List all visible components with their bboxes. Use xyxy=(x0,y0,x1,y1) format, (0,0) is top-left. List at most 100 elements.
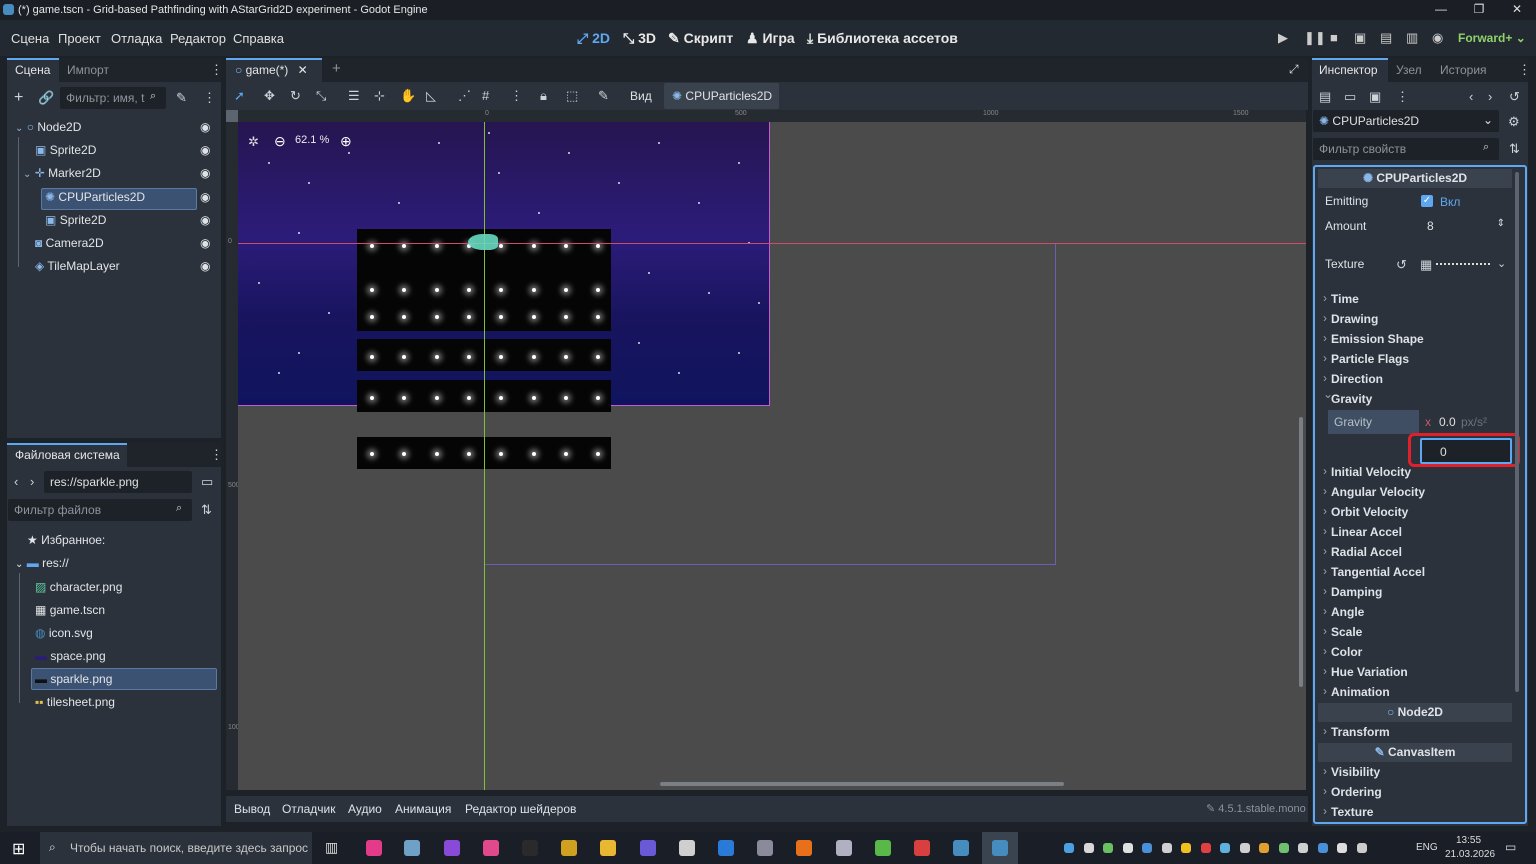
taskbar-app-icon[interactable] xyxy=(836,840,852,856)
texture-dropdown-icon[interactable]: ⌄ xyxy=(1497,257,1506,270)
tree-node-tilemaplayer[interactable]: ◈ TileMapLayer xyxy=(35,255,120,277)
move-tool-icon[interactable]: ✥ xyxy=(264,88,275,104)
tab-animation[interactable]: Анимация xyxy=(395,802,451,816)
menu-editor[interactable]: Редактор xyxy=(170,31,226,46)
ruler-tool-icon[interactable]: ◺ xyxy=(426,88,436,104)
attach-script-icon[interactable]: ✎ xyxy=(176,90,187,106)
section-hue-variation[interactable]: Hue Variation xyxy=(1323,664,1408,679)
link-icon[interactable]: 🔗 xyxy=(38,90,54,106)
tab-node[interactable]: Узел xyxy=(1396,63,1422,77)
object-selector[interactable]: ✺ CPUParticles2D ⌄ xyxy=(1313,110,1499,132)
play-icon[interactable]: ▶ xyxy=(1278,30,1288,46)
resource-menu-icon[interactable]: ⋮ xyxy=(1396,89,1409,105)
particles-menu[interactable]: ✺ CPUParticles2D xyxy=(664,83,779,109)
v-scrollbar[interactable] xyxy=(1299,417,1303,687)
taskbar-app-icon[interactable] xyxy=(679,840,695,856)
sort-icon[interactable]: ⇅ xyxy=(201,502,212,518)
tray-icon[interactable] xyxy=(1103,843,1113,853)
tab-import[interactable]: Импорт xyxy=(67,63,109,77)
skeleton-icon[interactable]: ✎ xyxy=(598,88,609,104)
visibility-eye-icon[interactable]: ◉ xyxy=(200,190,210,204)
maximize-icon[interactable]: ❐ xyxy=(1464,2,1494,18)
view-menu[interactable]: Вид xyxy=(630,89,652,103)
close-icon[interactable]: ✕ xyxy=(1502,2,1532,18)
fs-file-icon-svg[interactable]: ◍ icon.svg xyxy=(35,622,93,644)
gravity-value[interactable]: 0.0 xyxy=(1439,415,1456,429)
property-filter-input[interactable]: Фильтр свойств xyxy=(1313,138,1499,160)
workspace-3d[interactable]: ⤡ 3D xyxy=(623,30,656,47)
taskbar-search[interactable]: ⌕ Чтобы начать поиск, введите здесь запр… xyxy=(40,832,312,864)
section-drawing[interactable]: Drawing xyxy=(1323,311,1378,326)
menu-scene[interactable]: Сцена xyxy=(11,31,49,46)
new-resource-icon[interactable]: ▤ xyxy=(1319,89,1331,105)
taskbar-app-icon[interactable] xyxy=(640,840,656,856)
tab-inspector[interactable]: Инспектор xyxy=(1319,63,1378,77)
section-scale[interactable]: Scale xyxy=(1323,624,1362,639)
distraction-free-icon[interactable]: ⤢ xyxy=(1289,62,1299,77)
renderer-select[interactable]: Forward+ ⌄ xyxy=(1458,31,1526,45)
taskbar-app-icon[interactable] xyxy=(366,840,382,856)
taskbar-app-icon[interactable] xyxy=(600,840,616,856)
tree-node-node2d[interactable]: ⌄ ○ Node2D xyxy=(15,116,81,138)
inspector-scrollbar[interactable] xyxy=(1515,172,1519,692)
scale-tool-icon[interactable]: ⤡ xyxy=(316,88,326,104)
tray-icon[interactable] xyxy=(1142,843,1152,853)
workspace-script[interactable]: ✎ Скрипт xyxy=(668,30,733,47)
filter-options-icon[interactable]: ⇅ xyxy=(1509,141,1520,157)
menu-debug[interactable]: Отладка xyxy=(111,31,162,46)
section-ordering[interactable]: Ordering xyxy=(1323,784,1382,799)
tree-node-sprite2d-child[interactable]: ▣ Sprite2D xyxy=(45,209,106,231)
tab-debugger[interactable]: Отладчик xyxy=(282,802,335,816)
workspace-2d[interactable]: ⤢ 2D xyxy=(577,30,610,47)
section-emission-shape[interactable]: Emission Shape xyxy=(1323,331,1424,346)
tray-icon[interactable] xyxy=(1161,843,1172,853)
section-radial-accel[interactable]: Radial Accel xyxy=(1323,544,1402,559)
clock-time[interactable]: 13:55 xyxy=(1456,835,1481,846)
zoom-in-icon[interactable]: ⊕ xyxy=(340,133,352,150)
pan-tool-icon[interactable]: ✋ xyxy=(400,88,416,104)
taskbar-app-icon[interactable] xyxy=(757,840,773,856)
fs-path-field[interactable]: res://sparkle.png xyxy=(44,471,192,493)
tray-icon[interactable] xyxy=(1181,843,1191,853)
tray-icon[interactable] xyxy=(1239,843,1250,853)
select-tool-icon[interactable]: ➚ xyxy=(234,88,245,104)
tab-output[interactable]: Вывод xyxy=(234,802,270,816)
taskbar-app-icon[interactable] xyxy=(953,840,969,856)
clock-date[interactable]: 21.03.2026 xyxy=(1445,849,1495,860)
ship-sprite[interactable] xyxy=(468,234,498,250)
fs-file-tilesheet[interactable]: ▪▪ tilesheet.png xyxy=(35,691,115,713)
add-scene-tab-icon[interactable]: + xyxy=(332,60,341,77)
tray-icon[interactable] xyxy=(1356,843,1367,853)
taskbar-app-icon[interactable] xyxy=(444,840,460,856)
group-icon[interactable]: ⬚ xyxy=(566,88,578,104)
snap-options-icon[interactable]: ⋮ xyxy=(510,88,523,104)
tree-node-camera2d[interactable]: ◙ Camera2D xyxy=(35,232,104,254)
language-indicator[interactable]: ENG xyxy=(1416,842,1438,853)
pause-icon[interactable]: ❚❚ xyxy=(1304,30,1326,46)
section-angular-velocity[interactable]: Angular Velocity xyxy=(1323,484,1425,499)
tray-icon[interactable] xyxy=(1337,843,1347,853)
stop-icon[interactable]: ■ xyxy=(1330,30,1338,45)
start-icon[interactable]: ⊞ xyxy=(12,839,25,859)
movie-maker-icon[interactable]: ◉ xyxy=(1432,30,1443,46)
section-particle-flags[interactable]: Particle Flags xyxy=(1323,351,1409,366)
add-node-icon[interactable]: + xyxy=(14,89,23,107)
visibility-eye-icon[interactable]: ◉ xyxy=(200,166,210,180)
back-icon[interactable]: ‹ xyxy=(14,474,18,489)
section-time[interactable]: Time xyxy=(1323,291,1359,306)
notifications-icon[interactable]: ▭ xyxy=(1505,840,1516,854)
fs-file-space[interactable]: ▬ space.png xyxy=(35,645,106,667)
object-history-icon[interactable]: ↺ xyxy=(1509,89,1520,105)
remote-debug-icon[interactable]: ▣ xyxy=(1354,30,1366,46)
taskbar-app-icon[interactable] xyxy=(914,840,930,856)
taskbar-active-app[interactable] xyxy=(982,832,1018,864)
pivot-tool-icon[interactable]: ⊹ xyxy=(374,88,385,104)
fs-file-sparkle[interactable]: ▬ sparkle.png xyxy=(35,668,112,690)
texture-preview[interactable] xyxy=(1436,263,1490,265)
fs-favorites[interactable]: ★ Избранное: xyxy=(27,529,105,551)
fs-file-character[interactable]: ▨ character.png xyxy=(35,576,122,598)
open-resource-icon[interactable]: ▭ xyxy=(1344,89,1356,105)
menu-project[interactable]: Проект xyxy=(58,31,101,46)
zoom-level[interactable]: 62.1 % xyxy=(295,134,329,146)
taskbar-app-icon[interactable] xyxy=(718,840,734,856)
